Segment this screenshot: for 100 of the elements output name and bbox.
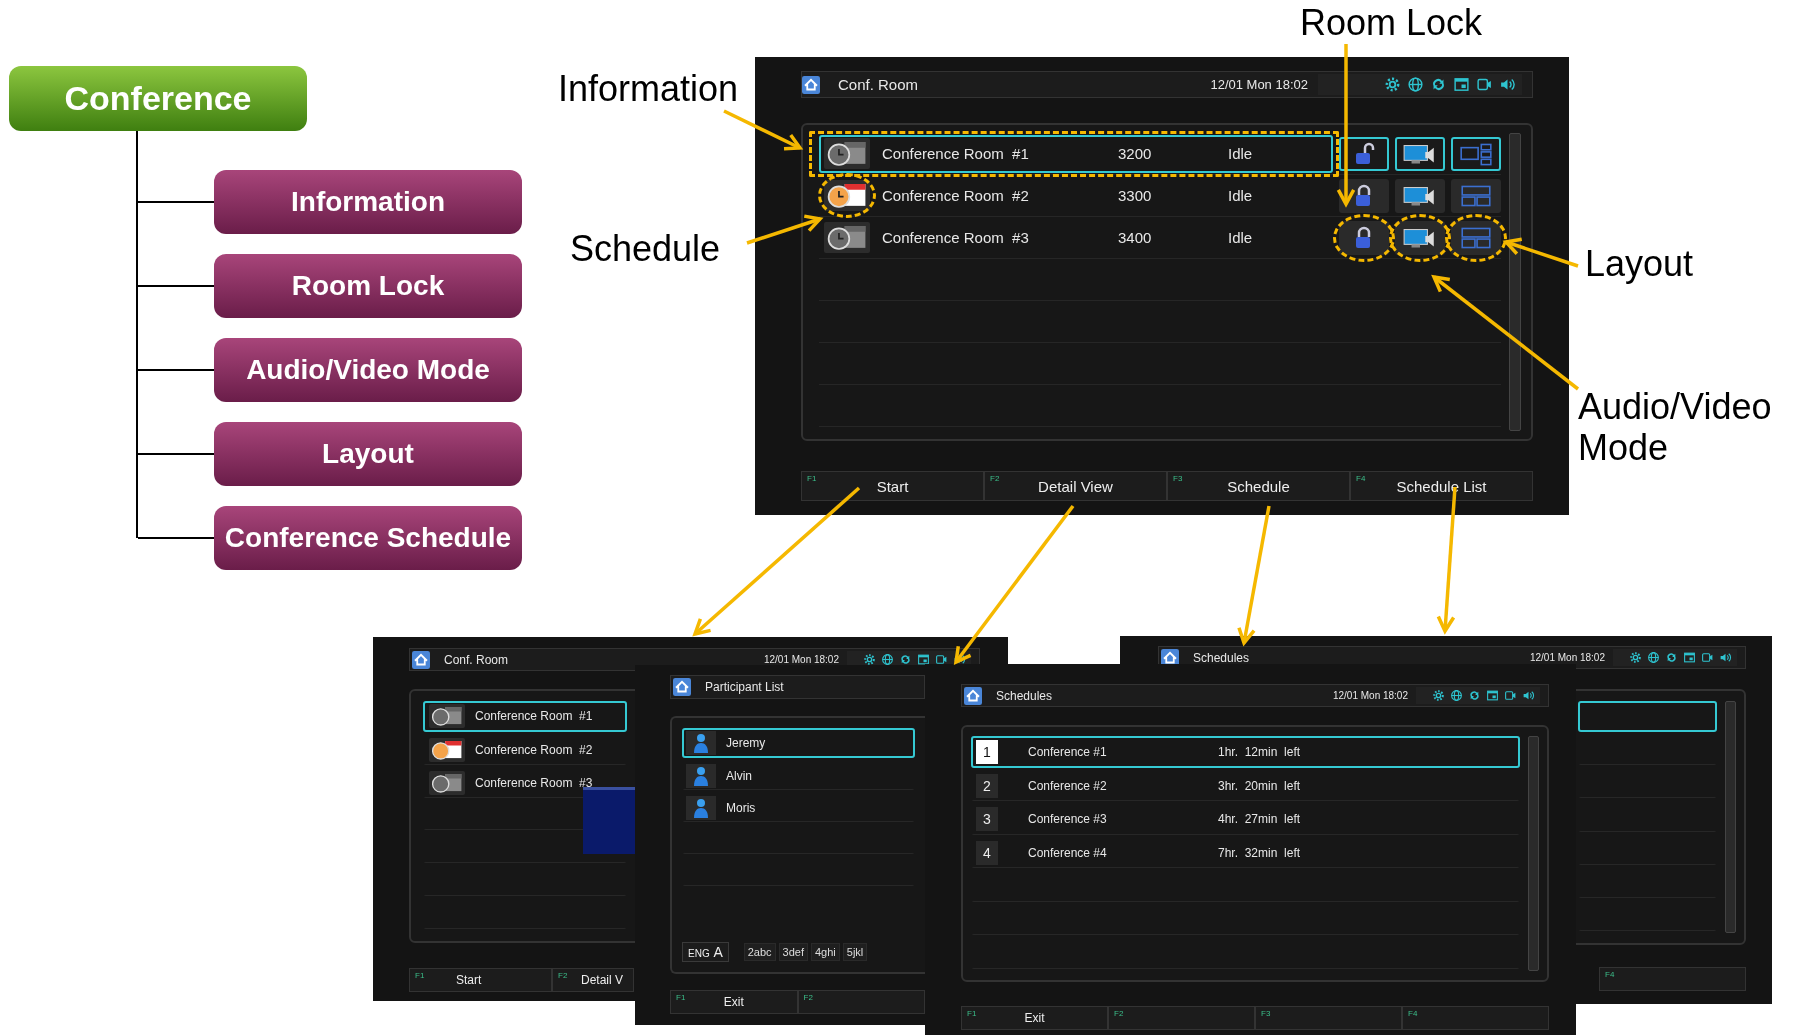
clock-calendar-icon[interactable] [824, 180, 870, 211]
speaker-icon[interactable] [1499, 76, 1516, 93]
window-icon[interactable] [1683, 651, 1696, 664]
video-icon[interactable] [1701, 651, 1714, 664]
clock-calendar-icon[interactable] [429, 737, 465, 762]
function-key[interactable]: F2 Detail V [552, 968, 634, 992]
audio-video-button[interactable] [1395, 220, 1445, 255]
callout-label: Information [558, 68, 739, 110]
room-number: 3200 [1118, 145, 1153, 162]
person-icon [686, 795, 716, 820]
function-key[interactable]: F2 [1108, 1006, 1255, 1030]
participant-row[interactable]: Alvin [682, 760, 915, 790]
schedule-row[interactable]: 4 Conference #4 7hr. 32min left [971, 836, 1520, 869]
room-name: Conference Room #1 [882, 145, 1030, 162]
screen-title: Participant List [705, 680, 784, 694]
function-key[interactable]: F3 Schedule [1167, 471, 1350, 501]
function-key[interactable]: F1 Exit [961, 1006, 1108, 1030]
schedule-name: Conference #3 [1028, 812, 1108, 827]
scrollbar[interactable] [1725, 701, 1736, 933]
keypad-key[interactable]: 5jkl [842, 943, 868, 961]
clock-calendar-icon[interactable] [429, 704, 465, 729]
globe-icon[interactable] [1647, 651, 1660, 664]
datetime: 12/01 Mon 18:02 [1210, 77, 1308, 92]
room-name: Conference Room #3 [475, 775, 593, 790]
function-key[interactable]: F4 [1402, 1006, 1549, 1030]
globe-icon[interactable] [1450, 689, 1463, 702]
home-icon[interactable] [802, 75, 820, 94]
globe-icon[interactable] [881, 653, 894, 666]
screen-title: Conf. Room [838, 76, 919, 93]
room-name: Conference Room #2 [882, 187, 1030, 204]
refresh-icon[interactable] [1665, 651, 1678, 664]
room-row[interactable]: Conference Room #3 3400 Idle [819, 218, 1333, 257]
room-row[interactable]: Conference Room #2 3300 Idle [819, 176, 1333, 215]
lock-button[interactable] [1339, 136, 1389, 171]
highlight-circle [818, 173, 876, 218]
room-number: 3300 [1118, 187, 1153, 204]
gear-icon[interactable] [1384, 76, 1401, 93]
tree-child-box: Layout [214, 422, 522, 486]
room-status: Idle [1228, 229, 1253, 246]
gear-icon[interactable] [1629, 651, 1642, 664]
participant-row[interactable]: Moris [682, 792, 915, 822]
audio-video-button[interactable] [1395, 178, 1445, 213]
home-icon[interactable] [964, 686, 982, 705]
layout-button[interactable] [1451, 220, 1501, 255]
tree-child-box: Audio/Video Mode [214, 338, 522, 402]
input-mode-key[interactable]: ENG A [682, 942, 729, 962]
callout-label: Schedule [570, 228, 721, 270]
function-key[interactable]: F2 [797, 990, 925, 1014]
function-key[interactable]: F3 [1255, 1006, 1402, 1030]
room-row[interactable]: Conference Room #1 [423, 701, 627, 732]
function-key[interactable]: F2 Detail View [984, 471, 1167, 501]
schedule-number: 4 [976, 841, 998, 865]
keypad-key[interactable]: 3def [778, 943, 808, 961]
schedule-number: 1 [976, 739, 998, 764]
person-icon [686, 763, 716, 788]
refresh-icon[interactable] [899, 653, 912, 666]
window-icon[interactable] [917, 653, 930, 666]
gear-icon[interactable] [1432, 689, 1445, 702]
gear-icon[interactable] [863, 653, 876, 666]
refresh-icon[interactable] [1430, 76, 1447, 93]
screen-title: Schedules [1193, 650, 1250, 665]
function-key[interactable]: F4 [1599, 967, 1746, 991]
home-icon[interactable] [412, 650, 430, 669]
speaker-icon[interactable] [1719, 651, 1732, 664]
window-icon[interactable] [1486, 689, 1499, 702]
time-remaining: 3hr. 20min left [1218, 778, 1301, 793]
lock-button[interactable] [1339, 220, 1389, 255]
schedule-row[interactable]: 1 Conference #1 1hr. 12min left [971, 736, 1520, 768]
scrollbar[interactable] [1528, 736, 1539, 971]
room-name: Conference Room #2 [475, 742, 593, 757]
function-key[interactable]: F4 Schedule List [1350, 471, 1533, 501]
clock-calendar-icon[interactable] [824, 222, 870, 253]
clock-calendar-icon[interactable] [824, 138, 870, 169]
keypad-key[interactable]: 4ghi [811, 943, 840, 961]
speaker-icon[interactable] [1522, 689, 1535, 702]
function-key[interactable]: F1 Start [409, 968, 552, 992]
refresh-icon[interactable] [1468, 689, 1481, 702]
datetime: 12/01 Mon 18:02 [1529, 652, 1605, 663]
audio-video-button[interactable] [1395, 136, 1445, 171]
callout-label: Audio/Video Mode [1578, 386, 1773, 469]
room-status: Idle [1228, 187, 1253, 204]
video-icon[interactable] [1504, 689, 1517, 702]
participant-name: Jeremy [726, 736, 766, 750]
window-icon[interactable] [1453, 76, 1470, 93]
layout-button[interactable] [1451, 136, 1501, 171]
function-key[interactable]: F1 Exit [670, 990, 798, 1014]
selected-row[interactable] [1578, 701, 1717, 733]
schedule-row[interactable]: 3 Conference #3 4hr. 27min left [971, 803, 1520, 835]
video-icon[interactable] [1476, 76, 1493, 93]
schedule-row[interactable]: 2 Conference #2 3hr. 20min left [971, 769, 1520, 802]
room-row[interactable]: Conference Room #2 [423, 733, 627, 765]
globe-icon[interactable] [1407, 76, 1424, 93]
function-key[interactable]: F1 Start [801, 471, 984, 501]
clock-calendar-icon[interactable] [429, 770, 465, 795]
keypad-key[interactable]: 2abc [743, 943, 776, 961]
video-icon[interactable] [935, 653, 948, 666]
participant-row[interactable]: Jeremy [682, 728, 915, 758]
tree-child-box: Information [214, 170, 522, 234]
scrollbar[interactable] [1509, 133, 1521, 431]
schedule-name: Conference #2 [1028, 778, 1108, 793]
